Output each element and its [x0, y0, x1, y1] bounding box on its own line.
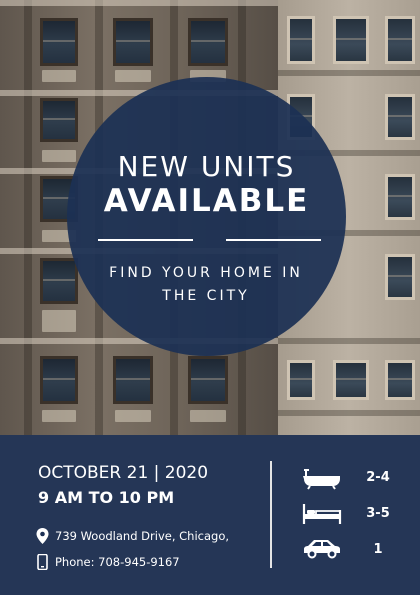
divider-left — [98, 239, 193, 241]
event-time: 9 AM TO 10 PM — [38, 488, 175, 507]
info-band — [0, 435, 420, 595]
address-text: 739 Woodland Drive, Chicago, — [55, 529, 230, 543]
mobile-phone-icon — [36, 553, 49, 571]
car-icon — [304, 540, 340, 559]
parking-value: 1 — [373, 542, 383, 557]
phone-row: Phone: 708-945-9167 — [36, 553, 180, 571]
bed-icon — [302, 504, 342, 524]
bathrooms-value: 2-4 — [366, 470, 390, 485]
phone-text: Phone: 708-945-9167 — [55, 555, 180, 569]
headline-line1: NEW UNITS — [117, 150, 296, 183]
bedrooms-value: 3-5 — [366, 506, 390, 521]
flyer: NEW UNITS AVAILABLE FIND YOUR HOME IN TH… — [0, 0, 420, 595]
bathtub-icon — [303, 469, 340, 490]
vertical-divider — [270, 461, 272, 568]
headline-line2: AVAILABLE — [103, 183, 310, 219]
tagline: FIND YOUR HOME IN THE CITY — [109, 265, 303, 304]
event-date: OCTOBER 21 | 2020 — [38, 463, 209, 483]
address-row: 739 Woodland Drive, Chicago, — [36, 528, 229, 544]
location-pin-icon — [36, 528, 49, 544]
divider-right — [226, 239, 321, 241]
